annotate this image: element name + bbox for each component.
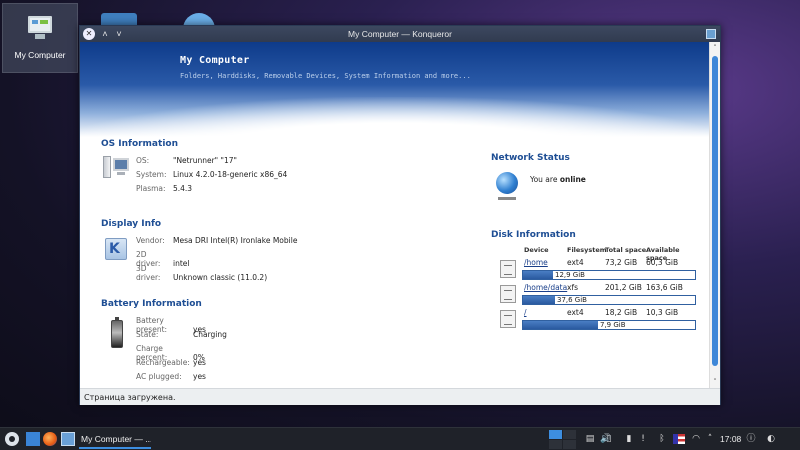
display-info-heading: Display Info	[101, 219, 162, 229]
disk-total: 18,2 GiB	[605, 308, 638, 317]
desktop-icon-label: My Computer	[14, 50, 66, 60]
scrollbar-thumb[interactable]	[712, 56, 718, 366]
app-menu-icon[interactable]	[706, 29, 716, 39]
os-info-heading: OS Information	[101, 139, 178, 149]
bluetooth-icon[interactable]: ᛒ	[657, 434, 667, 444]
computer-icon	[26, 16, 54, 40]
disk-usage-fill	[523, 271, 553, 279]
battery-icon	[111, 317, 123, 348]
disk-info-heading: Disk Information	[491, 230, 576, 240]
vertical-scrollbar[interactable]: ˄ ˅	[709, 42, 720, 388]
application-launcher-icon[interactable]	[5, 432, 19, 446]
display-row: Vendor: Mesa DRI Intel(R) Ironlake Mobile	[136, 236, 298, 245]
disk-device-link[interactable]: /home	[524, 258, 548, 267]
disk-usage-bar: 7,9 GiB	[522, 320, 696, 330]
harddisk-icon	[500, 260, 516, 278]
disk-row: /home/data xfs 201,2 GiB 163,6 GiB 37,6 …	[490, 283, 700, 309]
alert-icon[interactable]: !	[638, 434, 648, 444]
battery-info-heading: Battery Information	[101, 299, 202, 309]
disk-usage-fill	[523, 321, 598, 329]
disk-available: 163,6 GiB	[646, 283, 683, 292]
disk-filesystem: ext4	[567, 308, 584, 317]
mail-icon[interactable]	[26, 432, 40, 446]
chevron-up-icon[interactable]: ˄	[705, 434, 715, 444]
page-content: My Computer Folders, Harddisks, Removabl…	[80, 42, 710, 388]
disk-available: 60,3 GiB	[646, 258, 679, 267]
taskbar: My Computer — ... ▤ ▯ ▮ ! ᛒ ◠ ˄ 🔊 17:08 …	[0, 427, 800, 450]
disk-device-link[interactable]: /home/data	[524, 283, 567, 292]
clock[interactable]: 17:08	[720, 434, 741, 444]
kde-display-icon: K	[105, 238, 127, 260]
disk-used-label: 7,9 GiB	[600, 321, 626, 329]
battery-row: Rechargeable: yes	[136, 358, 206, 367]
harddisk-icon	[500, 310, 516, 328]
window-titlebar[interactable]: ✕ ˄ ˅ My Computer — Konqueror	[80, 26, 720, 42]
column-header: Filesystem	[567, 246, 607, 254]
firefox-icon[interactable]	[43, 432, 57, 446]
computer-icon	[103, 156, 129, 178]
disk-total: 73,2 GiB	[605, 258, 638, 267]
konqueror-window: ✕ ˄ ˅ My Computer — Konqueror My Compute…	[79, 25, 721, 405]
battery-row: AC plugged: yes	[136, 372, 206, 381]
disk-filesystem: ext4	[567, 258, 584, 267]
keyboard-layout-flag-icon[interactable]	[673, 434, 685, 444]
volume-icon[interactable]: 🔊	[600, 434, 611, 444]
battery-tray-icon[interactable]: ▮	[624, 434, 634, 444]
disk-filesystem: xfs	[567, 283, 578, 292]
column-header: Total space	[605, 246, 647, 254]
desktop-pager[interactable]	[549, 430, 577, 449]
desktop-icon-my-computer[interactable]: My Computer	[2, 3, 78, 73]
page-title: My Computer	[180, 55, 250, 66]
column-header: Device	[524, 246, 549, 254]
os-row: OS: "Netrunner" "17"	[136, 156, 237, 165]
page-subtitle: Folders, Harddisks, Removable Devices, S…	[180, 72, 471, 80]
disk-usage-fill	[523, 296, 555, 304]
harddisk-icon	[500, 285, 516, 303]
info-icon[interactable]: ⓘ	[746, 434, 756, 444]
disk-used-label: 12,9 GiB	[555, 271, 585, 279]
os-row: Plasma: 5.4.3	[136, 184, 193, 193]
page-banner: My Computer Folders, Harddisks, Removabl…	[80, 42, 710, 157]
wifi-icon[interactable]: ◠	[691, 434, 701, 444]
status-bar: Страница загружена.	[80, 388, 720, 405]
network-status-text: You are online	[530, 175, 586, 184]
disk-row: / ext4 18,2 GiB 10,3 GiB 7,9 GiB	[490, 308, 700, 334]
disk-available: 10,3 GiB	[646, 308, 679, 317]
disk-total: 201,2 GiB	[605, 283, 642, 292]
scroll-down-icon[interactable]: ˅	[710, 378, 720, 386]
task-my-computer[interactable]: My Computer — ...	[79, 429, 151, 449]
disk-device-link[interactable]: /	[524, 308, 527, 317]
battery-row: State: Charging	[136, 330, 227, 339]
clipboard-icon[interactable]: ▤	[585, 434, 595, 444]
display-row: 3D driver: Unknown classic (11.0.2)	[136, 264, 268, 282]
disk-usage-bar: 12,9 GiB	[522, 270, 696, 280]
os-row: System: Linux 4.2.0-18-generic x86_64	[136, 170, 288, 179]
disk-row: /home ext4 73,2 GiB 60,3 GiB 12,9 GiB	[490, 258, 700, 284]
network-status-heading: Network Status	[491, 153, 570, 163]
konqueror-icon[interactable]	[61, 432, 75, 446]
disk-usage-bar: 37,6 GiB	[522, 295, 696, 305]
network-globe-icon	[496, 172, 518, 200]
scroll-up-icon[interactable]: ˄	[710, 44, 720, 52]
disk-used-label: 37,6 GiB	[557, 296, 587, 304]
window-title: My Computer — Konqueror	[348, 29, 452, 39]
desktop-toolbox-icon[interactable]: ◐	[766, 434, 776, 444]
